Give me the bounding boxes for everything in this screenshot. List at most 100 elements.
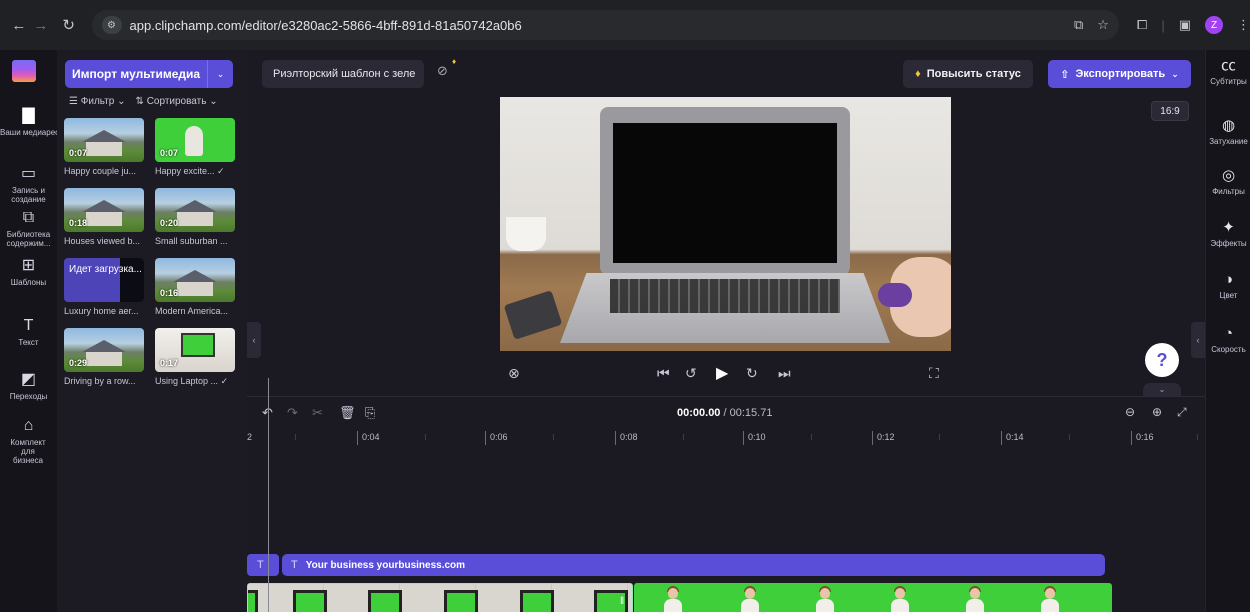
- skip-forward-icon[interactable]: ⏭: [778, 365, 791, 382]
- bookmark-star-icon[interactable]: ☆: [1097, 17, 1109, 33]
- site-settings-icon[interactable]: ⚙: [101, 16, 122, 34]
- panel-filters[interactable]: ◎ Фильтры: [1206, 167, 1250, 197]
- split-scissors-icon[interactable]: ✂: [312, 405, 323, 421]
- media-thumbnail-uploading: Идет загрузка...: [64, 258, 144, 302]
- media-thumbnail: 0:20: [155, 188, 235, 232]
- library-icon: ⧉: [22, 209, 35, 226]
- effects-icon: ✦: [1222, 219, 1235, 236]
- upload-icon: ⇧: [1060, 68, 1070, 81]
- fullscreen-icon[interactable]: ⛶: [929, 365, 939, 382]
- brand-kit-icon: ⌂: [23, 417, 34, 434]
- media-thumbnail: 0:18: [64, 188, 144, 232]
- panel-speed[interactable]: ◔ Скорость: [1206, 325, 1250, 355]
- media-tile[interactable]: 0:07 Happy excite... ✓: [155, 118, 235, 177]
- right-properties-panel: ㏄ Субтитры ◍ Затухание ◎ Фильтры ✦ Эффек…: [1205, 50, 1250, 612]
- chevron-down-icon: ⌄: [1171, 68, 1179, 79]
- media-thumbnail: 0:17: [155, 328, 235, 372]
- filters-icon: ◎: [1221, 167, 1236, 184]
- media-thumbnail: 0:29: [64, 328, 144, 372]
- zoom-out-icon[interactable]: ⊖: [1125, 405, 1135, 419]
- cloud-off-icon[interactable]: ⊘: [437, 63, 448, 79]
- filter-sort-row: ☰ Фильтр ⌄ ⇅ Сортировать ⌄: [69, 96, 218, 107]
- nav-record-create[interactable]: ▭ Запись и создание: [0, 166, 57, 205]
- filter-button[interactable]: ☰ Фильтр ⌄: [69, 96, 126, 107]
- nav-content-library[interactable]: ⧉ Библиотека содержим...: [0, 209, 57, 249]
- timeline: ↶ ↷ ✂ 🗑 ⎘ 00:00.00 / 00:15.71 ⊖ ⊕ ⤢ 2 0:…: [247, 396, 1205, 612]
- nav-templates[interactable]: ⊞ Шаблоны: [0, 258, 57, 288]
- speed-icon: ◔: [1223, 325, 1234, 342]
- chevron-down-icon[interactable]: ⌄: [207, 60, 233, 88]
- color-icon: ◑: [1223, 271, 1234, 288]
- media-tile[interactable]: 0:16 Modern America...: [155, 258, 235, 316]
- zoom-in-icon[interactable]: ⊕: [1152, 405, 1162, 419]
- forward-5s-icon[interactable]: ↻: [746, 365, 758, 382]
- delete-icon[interactable]: 🗑: [339, 405, 356, 421]
- media-panel: Импорт мультимедиа ⌄ ☰ Фильтр ⌄ ⇅ Сортир…: [57, 50, 247, 612]
- media-tile[interactable]: 0:29 Driving by a row...: [64, 328, 144, 386]
- clipchamp-logo[interactable]: [12, 60, 36, 82]
- collapse-help-icon[interactable]: ⌄: [1143, 383, 1181, 397]
- captions-icon: ㏄: [1220, 57, 1236, 74]
- panel-color[interactable]: ◑ Цвет: [1206, 271, 1250, 301]
- media-tile[interactable]: 0:17 Using Laptop ... ✓: [155, 328, 235, 387]
- added-check-icon: ✓: [220, 376, 229, 386]
- text-clip-small[interactable]: T: [247, 554, 279, 576]
- skip-back-icon[interactable]: ⏮: [657, 365, 670, 382]
- playhead[interactable]: [268, 378, 269, 612]
- media-tile[interactable]: 0:07 Happy couple ju...: [64, 118, 144, 176]
- media-tile[interactable]: 0:20 Small suburban ...: [155, 188, 235, 246]
- panel-fade[interactable]: ◍ Затухание: [1206, 118, 1250, 147]
- collapse-left-panel-button[interactable]: ‹: [247, 322, 261, 358]
- collapse-right-panel-button[interactable]: ‹: [1191, 322, 1205, 358]
- help-button[interactable]: ?: [1145, 343, 1179, 377]
- install-app-icon[interactable]: ⧉: [1074, 17, 1083, 33]
- fit-timeline-icon[interactable]: ⤢: [1177, 405, 1187, 420]
- panel-effects[interactable]: ✦ Эффекты: [1206, 219, 1250, 249]
- timeline-toolbar: ↶ ↷ ✂ 🗑 ⎘ 00:00.00 / 00:15.71 ⊖ ⊕ ⤢: [247, 397, 1205, 429]
- folder-icon: ▇: [22, 107, 35, 124]
- clip-trim-handle[interactable]: ‖: [620, 596, 626, 612]
- redo-icon[interactable]: ↷: [287, 405, 298, 421]
- upgrade-button[interactable]: ♦ Повысить статус: [903, 60, 1033, 88]
- separator: |: [1161, 17, 1165, 33]
- back-icon[interactable]: ←: [8, 17, 30, 34]
- media-thumbnail: 0:16: [155, 258, 235, 302]
- export-button[interactable]: ⇧ Экспортировать ⌄: [1048, 60, 1191, 88]
- hide-preview-icon[interactable]: ⊗: [508, 365, 520, 382]
- forward-icon[interactable]: →: [30, 17, 52, 34]
- extensions-icon[interactable]: ⧠: [1137, 17, 1147, 33]
- sort-button[interactable]: ⇅ Сортировать ⌄: [136, 96, 218, 107]
- media-tile[interactable]: 0:18 Houses viewed b...: [64, 188, 144, 246]
- panel-captions[interactable]: ㏄ Субтитры: [1206, 57, 1250, 87]
- timecode: 00:00.00 / 00:15.71: [677, 407, 773, 419]
- play-icon[interactable]: ▶: [716, 363, 728, 383]
- added-check-icon: ✓: [217, 166, 225, 176]
- transitions-icon: ◩: [20, 371, 37, 388]
- profile-avatar[interactable]: Z: [1205, 16, 1224, 34]
- media-tile[interactable]: Идет загрузка... Luxury home aer...: [64, 258, 144, 316]
- media-thumbnail: 0:07: [64, 118, 144, 162]
- video-clip-greenscreen[interactable]: [634, 583, 1112, 612]
- menu-kebab-icon[interactable]: ⋮: [1237, 17, 1250, 33]
- nav-brand-kit[interactable]: ⌂ Комплект для бизнеса: [0, 418, 57, 472]
- reload-icon[interactable]: ↻: [58, 16, 80, 34]
- project-name-field[interactable]: Риэлторский шаблон с зеле: [262, 60, 424, 88]
- nav-text[interactable]: T Текст: [0, 318, 57, 348]
- timeline-ruler[interactable]: 2 0:04 0:06 0:08 0:10 0:12 0:14 0:16: [247, 429, 1205, 451]
- text-clip-icon: T: [291, 559, 298, 571]
- video-preview[interactable]: [500, 97, 951, 351]
- clipchamp-editor: ▇ Ваши медиарес... ▭ Запись и создание ⧉…: [0, 50, 1250, 612]
- nav-transitions[interactable]: ◩ Переходы: [0, 371, 57, 402]
- import-media-button[interactable]: Импорт мультимедиа ⌄: [65, 60, 233, 88]
- sidepanel-icon[interactable]: ▣: [1179, 17, 1191, 33]
- text-clip[interactable]: T Your business yourbusiness.com: [282, 554, 1105, 576]
- left-navigation: ▇ Ваши медиарес... ▭ Запись и создание ⧉…: [0, 50, 57, 612]
- url-text: app.clipchamp.com/editor/e3280ac2-5866-4…: [129, 17, 522, 33]
- rewind-5s-icon[interactable]: ↺: [685, 365, 697, 382]
- duplicate-icon[interactable]: ⎘: [365, 405, 375, 421]
- media-thumbnail: 0:07: [155, 118, 235, 162]
- address-bar[interactable]: ⚙ app.clipchamp.com/editor/e3280ac2-5866…: [91, 10, 1119, 40]
- aspect-ratio-button[interactable]: 16:9: [1151, 101, 1189, 121]
- nav-your-media[interactable]: ▇ Ваши медиарес...: [0, 107, 57, 138]
- video-clip-laptop[interactable]: [247, 583, 633, 612]
